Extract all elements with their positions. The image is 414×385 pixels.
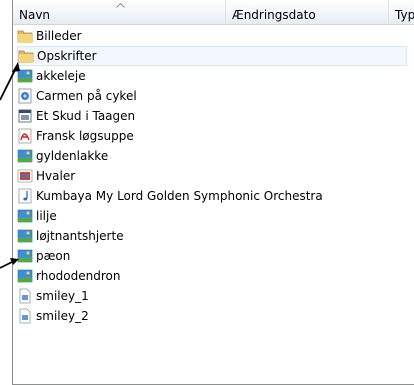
list-item-label: Kumbaya My Lord Golden Symphonic Orchest… (36, 189, 323, 203)
column-header-type-label: Typ (395, 8, 414, 22)
list-item[interactable]: Et Skud i Taagen (17, 106, 135, 126)
image-file-icon (19, 308, 31, 324)
column-header-bar: Navn Ændringsdato Typ (13, 0, 414, 25)
list-item-label: Billeder (36, 29, 82, 43)
file-list-view: Navn Ændringsdato Typ Billeder Opskrifte… (12, 0, 414, 385)
list-item[interactable]: lilje (17, 206, 57, 226)
list-item[interactable]: Fransk løgsuppe (17, 126, 134, 146)
list-item-label: smiley_2 (36, 309, 89, 323)
list-item-label: lilje (36, 209, 57, 223)
list-item[interactable]: Billeder (17, 26, 82, 46)
sort-ascending-icon (116, 3, 125, 8)
list-item-label: rhododendron (36, 269, 121, 283)
list-item-label: Et Skud i Taagen (36, 109, 136, 123)
column-header-date-label: Ændringsdato (232, 8, 316, 22)
pdf-icon (18, 128, 32, 144)
list-item[interactable]: Kumbaya My Lord Golden Symphonic Orchest… (17, 186, 323, 206)
folder-icon (17, 30, 33, 43)
list-item-selected[interactable]: Opskrifter (17, 46, 407, 66)
list-item[interactable]: smiley_2 (17, 306, 89, 326)
list-item[interactable]: smiley_1 (17, 286, 89, 306)
image-file-icon (19, 288, 31, 304)
list-item-label: smiley_1 (36, 289, 89, 303)
image-icon (17, 149, 33, 163)
list-item-label: akkeleje (36, 69, 86, 83)
image-icon (17, 69, 33, 83)
list-item[interactable]: pæon (17, 246, 70, 266)
list-item-label: Hvaler (36, 169, 76, 183)
music-icon (18, 188, 32, 204)
list-item-label: gyldenlakke (36, 149, 109, 163)
list-item[interactable]: løjtnantshjerte (17, 226, 124, 246)
column-header-name-label: Navn (19, 8, 51, 22)
folder-icon (18, 50, 34, 63)
list-item-label: pæon (36, 249, 71, 263)
list-item[interactable]: gyldenlakke (17, 146, 108, 166)
list-item[interactable]: Carmen på cykel (17, 86, 137, 106)
list-item-label: Opskrifter (37, 49, 97, 63)
image-icon (17, 269, 33, 283)
image-icon (17, 229, 33, 243)
video-icon (18, 88, 32, 104)
image-icon (17, 169, 33, 183)
column-header-date[interactable]: Ændringsdato (226, 0, 389, 24)
list-item-label: Fransk løgsuppe (36, 129, 134, 143)
column-header-type[interactable]: Typ (389, 0, 414, 24)
image-icon (17, 249, 33, 263)
list-item[interactable]: akkeleje (17, 66, 86, 86)
list-item-label: løjtnantshjerte (36, 229, 124, 243)
list-item-label: Carmen på cykel (36, 89, 137, 103)
list-item[interactable]: Hvaler (17, 166, 75, 186)
image-icon (17, 209, 33, 223)
film-icon (18, 109, 32, 123)
list-item[interactable]: rhododendron (17, 266, 120, 286)
